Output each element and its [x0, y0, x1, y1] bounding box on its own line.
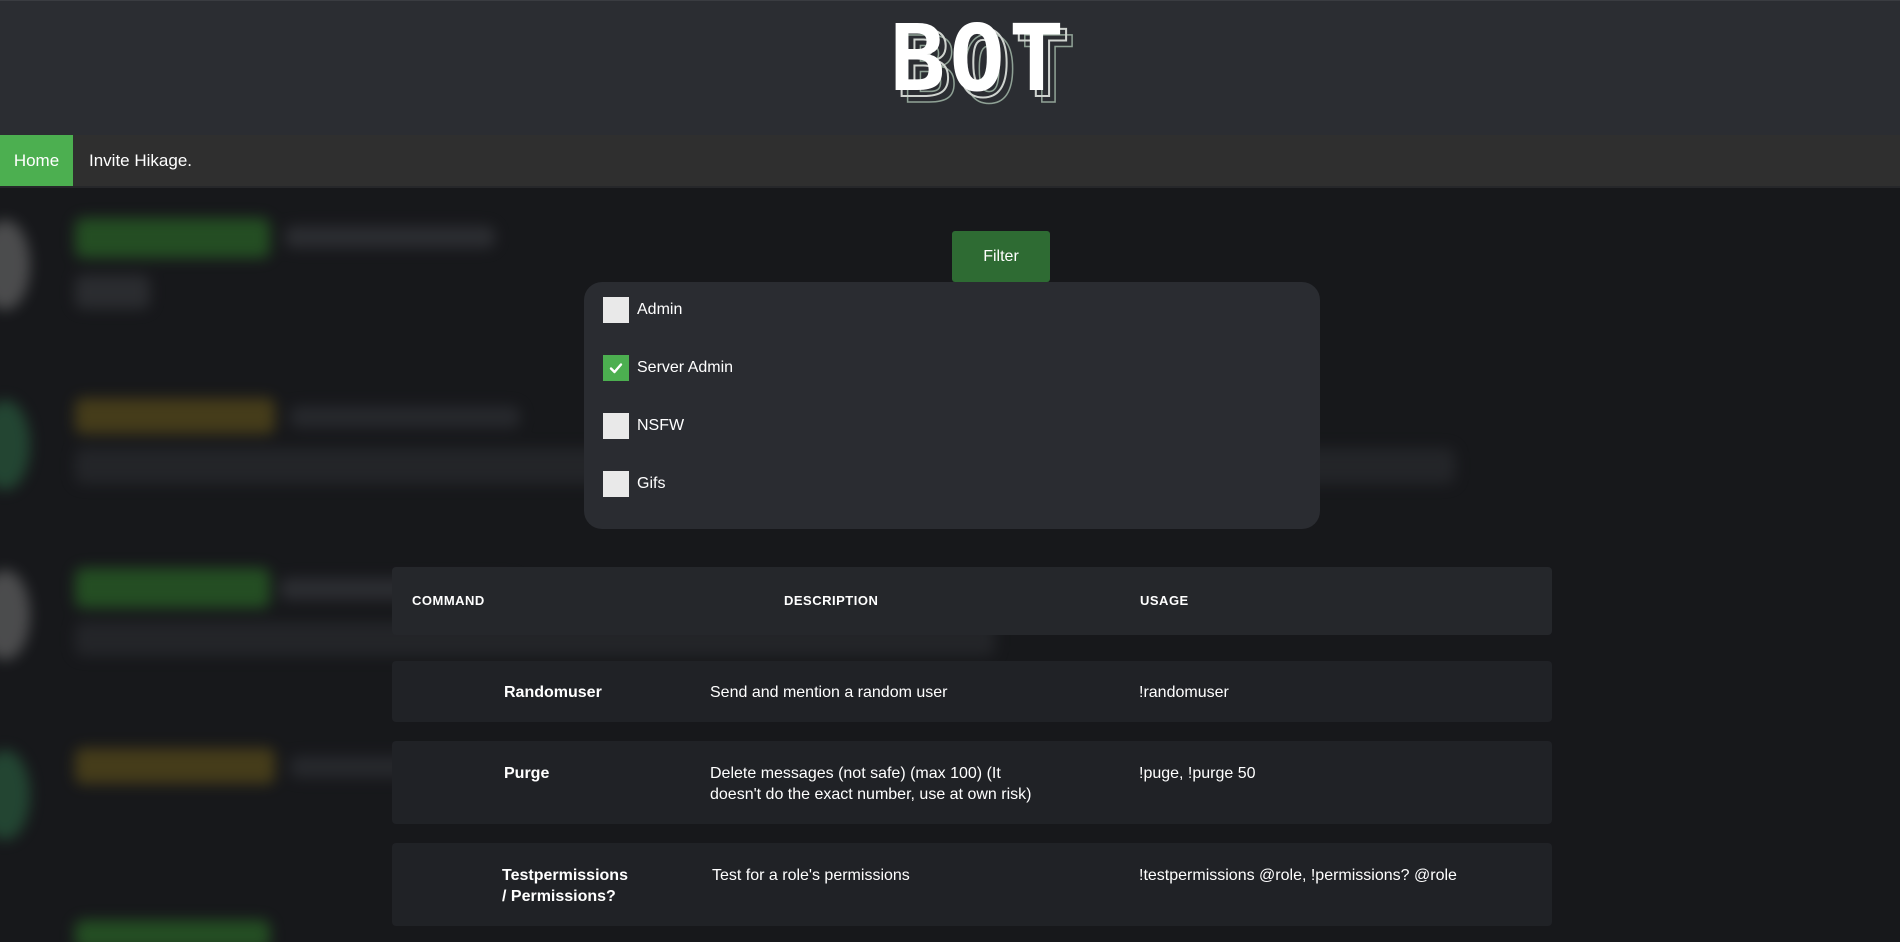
- command-description: Send and mention a random user: [710, 684, 948, 701]
- column-header-description: DESCRIPTION: [784, 593, 879, 608]
- logo-text: BOT: [890, 5, 1069, 112]
- page: BOT BOT BOT Home Invite Hikage. Filter A…: [0, 0, 1900, 942]
- filter-option-label: Gifs: [637, 475, 666, 492]
- nav-home-link[interactable]: Home: [0, 135, 73, 186]
- command-usage: !puge, !purge 50: [1139, 765, 1256, 782]
- command-description: Test for a role's permissions: [712, 867, 910, 884]
- site-header: BOT BOT BOT: [0, 0, 1900, 135]
- checkbox-checked[interactable]: [603, 355, 629, 381]
- filter-button[interactable]: Filter: [952, 231, 1050, 282]
- column-header-usage: USAGE: [1140, 593, 1189, 608]
- commands-table-header: COMMAND DESCRIPTION USAGE: [392, 567, 1552, 635]
- table-row: Testpermissions / Permissions? Test for …: [392, 843, 1552, 926]
- filter-option-label: Admin: [637, 301, 683, 318]
- bot-logo: BOT BOT BOT: [890, 5, 1110, 122]
- command-usage: !randomuser: [1139, 684, 1229, 701]
- command-name: Purge: [504, 765, 550, 782]
- column-header-command: COMMAND: [412, 593, 485, 608]
- table-row: Purge Delete messages (not safe) (max 10…: [392, 741, 1552, 824]
- command-name: Randomuser: [504, 684, 602, 701]
- table-row: Randomuser Send and mention a random use…: [392, 661, 1552, 722]
- filter-option-admin[interactable]: Admin: [603, 297, 682, 323]
- filter-option-label: Server Admin: [637, 359, 734, 376]
- command-name: Testpermissions / Permissions?: [502, 867, 628, 905]
- filter-option-nsfw[interactable]: NSFW: [603, 413, 684, 439]
- filter-panel: Admin Server Admin NSFW Gifs: [584, 282, 1320, 529]
- filter-option-gifs[interactable]: Gifs: [603, 471, 665, 497]
- checkbox[interactable]: [603, 297, 629, 323]
- command-description: Delete messages (not safe) (max 100) (It…: [710, 765, 1032, 803]
- filter-option-server-admin[interactable]: Server Admin: [603, 355, 733, 381]
- top-nav: Home Invite Hikage.: [0, 135, 1900, 188]
- checkbox[interactable]: [603, 413, 629, 439]
- checkbox[interactable]: [603, 471, 629, 497]
- command-usage: !testpermissions @role, !permissions? @r…: [1139, 867, 1457, 884]
- filter-option-label: NSFW: [637, 417, 685, 434]
- nav-invite-link[interactable]: Invite Hikage.: [73, 135, 208, 186]
- check-icon: [609, 363, 623, 374]
